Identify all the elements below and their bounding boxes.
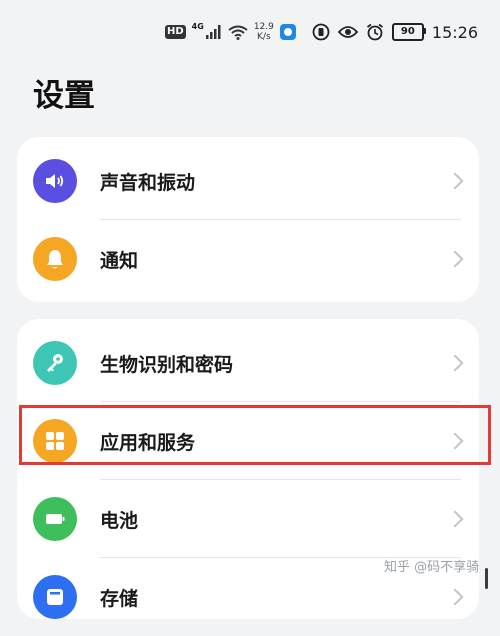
battery-icon [33, 497, 77, 541]
apps-grid-icon [33, 419, 77, 463]
speaker-icon [33, 159, 77, 203]
settings-item-label: 生物识别和密码 [100, 353, 234, 376]
scrollbar[interactable] [485, 568, 488, 589]
hd-badge: HD [165, 25, 186, 39]
page-title: 设置 [33, 78, 95, 114]
chevron-right-icon [446, 588, 464, 606]
settings-item-notifications[interactable]: 通知 [17, 220, 479, 298]
network-type: 4G [191, 21, 204, 31]
watermark: 知乎 @码不享骑 [384, 560, 480, 575]
settings-item-sound-vibration[interactable]: 声音和振动 [17, 142, 479, 220]
app-notification-icon [279, 24, 296, 40]
chevron-right-icon [446, 250, 464, 268]
alarm-icon [366, 23, 383, 41]
network-speed: 12.9 K/s [254, 22, 274, 42]
chevron-right-icon [446, 354, 464, 372]
wifi-icon [228, 25, 248, 40]
signal-icon [205, 25, 221, 39]
battery-indicator: 90 [391, 23, 426, 41]
eye-comfort-icon [337, 26, 358, 38]
status-bar: HD 4G 12.9 K/s 90 15:26 [0, 0, 500, 60]
chevron-right-icon [446, 510, 464, 528]
speed-unit: K/s [257, 32, 271, 42]
settings-item-label: 通知 [100, 249, 139, 272]
settings-item-apps-services[interactable]: 应用和服务 [17, 402, 479, 480]
bell-icon [33, 237, 77, 281]
clock: 15:26 [431, 22, 478, 42]
settings-item-battery[interactable]: 电池 [17, 480, 479, 558]
storage-icon [33, 575, 77, 619]
speed-value: 12.9 [253, 22, 274, 32]
key-icon [33, 341, 77, 385]
settings-item-label: 存储 [100, 587, 139, 610]
settings-item-label: 应用和服务 [100, 431, 196, 454]
settings-group-sound-notify: 声音和振动 通知 [17, 137, 479, 302]
vibrate-mode-icon [312, 23, 330, 41]
status-bar-right: 90 15:26 [312, 20, 478, 44]
settings-item-label: 声音和振动 [100, 171, 196, 194]
chevron-right-icon [446, 432, 464, 450]
status-bar-left: HD 4G 12.9 K/s [165, 20, 296, 44]
chevron-right-icon [446, 172, 464, 190]
settings-item-label: 电池 [100, 509, 139, 532]
settings-item-biometrics-password[interactable]: 生物识别和密码 [17, 324, 479, 402]
